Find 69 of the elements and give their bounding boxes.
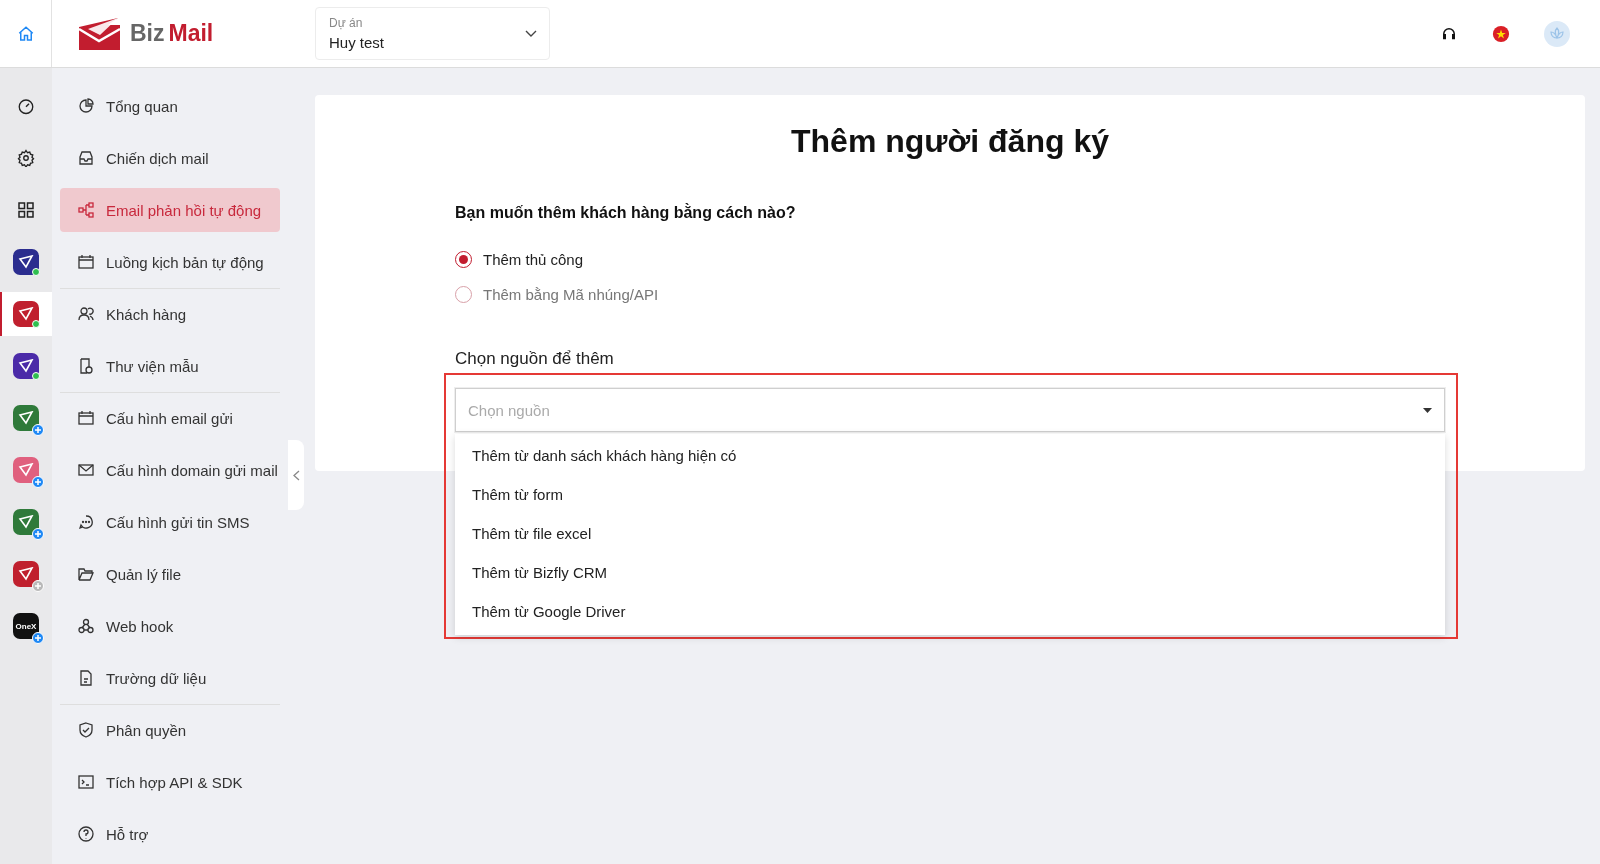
home-icon[interactable] (16, 24, 35, 43)
add-badge (32, 476, 44, 488)
chevron-down-icon (525, 29, 537, 38)
folder-icon (78, 566, 94, 582)
dropdown-option[interactable]: Thêm từ file excel (455, 514, 1445, 553)
add-badge (32, 580, 44, 592)
inbox-icon (78, 150, 94, 166)
paper-plane-icon (18, 463, 34, 477)
pie-chart-icon (78, 98, 94, 114)
status-dot (32, 372, 40, 380)
sidebar-item[interactable]: Cấu hình domain gửi mail (60, 448, 280, 492)
sidebar-item[interactable]: Quản lý file (60, 552, 280, 596)
gauge-icon[interactable] (17, 97, 35, 115)
sidebar-item[interactable]: Web hook (60, 604, 280, 648)
sidebar-item[interactable]: Tổng quan (60, 84, 280, 128)
caret-icon (1423, 407, 1432, 413)
sidebar-item[interactable]: Cấu hình email gửi (60, 396, 280, 440)
status-dot (32, 320, 40, 328)
document-icon (78, 670, 94, 686)
sidebar-item[interactable]: Thư viện mẫu (60, 344, 280, 388)
app-tile: OneX (13, 613, 39, 639)
dropdown-option[interactable]: Thêm từ Google Driver (455, 592, 1445, 631)
app-switcher-item[interactable] (0, 292, 52, 336)
paper-plane-icon (18, 411, 34, 425)
calendar-icon (78, 410, 94, 426)
status-dot (32, 268, 40, 276)
sidebar-item[interactable]: Khách hàng (60, 292, 280, 336)
page-title: Thêm người đăng ký (790, 123, 1110, 160)
sidebar-item[interactable]: Phân quyền (60, 708, 280, 752)
flag-icon[interactable] (1492, 24, 1510, 43)
paper-plane-icon (18, 359, 34, 373)
radio-option[interactable]: Thêm bằng Mã nhúng/API (455, 277, 1445, 312)
flow-icon (78, 202, 94, 218)
sidebar-item[interactable]: Email phản hồi tự động (60, 188, 280, 232)
sidebar-item[interactable]: Cấu hình gửi tin SMS (60, 500, 280, 544)
question-text: Bạn muốn thêm khách hàng bằng cách nào? (455, 204, 797, 222)
chevron-left-icon (292, 469, 300, 481)
field-label: Chọn nguồn để thêm (455, 349, 615, 369)
terminal-icon (78, 774, 94, 790)
envelope-logo-icon (78, 16, 122, 51)
calendar-icon (78, 254, 94, 270)
dropdown-option[interactable]: Thêm từ Bizfly CRM (455, 553, 1445, 592)
mail-icon (78, 462, 94, 478)
shield-icon (78, 722, 94, 738)
users-icon (78, 306, 94, 322)
radio-option[interactable]: Thêm thủ công (455, 242, 1445, 277)
grid-icon[interactable] (18, 202, 34, 218)
sidebar-item[interactable]: Chiến dịch mail (60, 136, 280, 180)
paper-plane-icon (18, 255, 34, 269)
dropdown-option[interactable]: Thêm từ form (455, 475, 1445, 514)
template-icon (78, 358, 94, 374)
settings-icon[interactable] (17, 149, 35, 167)
sidebar-item[interactable]: Trường dữ liệu (60, 656, 280, 700)
chat-icon (78, 514, 94, 530)
webhook-icon (78, 618, 94, 634)
sidebar-item[interactable]: Luồng kịch bản tự động (60, 240, 280, 284)
add-badge (32, 528, 44, 540)
help-icon (78, 826, 94, 842)
paper-plane-icon (18, 307, 34, 321)
project-select[interactable]: Dự án Huy test (315, 7, 550, 60)
add-badge (32, 424, 44, 436)
paper-plane-icon (18, 567, 34, 581)
app-switcher-item[interactable]: OneX (0, 604, 52, 648)
logo-text: Biz Mail (130, 20, 214, 47)
add-badge (32, 632, 44, 644)
sidebar-item[interactable]: Hỗ trợ (60, 812, 280, 856)
dropdown-option[interactable]: Thêm từ danh sách khách hàng hiện có (455, 436, 1445, 475)
sidebar-item[interactable]: Tích hợp API & SDK (60, 760, 280, 804)
paper-plane-icon (18, 515, 34, 529)
